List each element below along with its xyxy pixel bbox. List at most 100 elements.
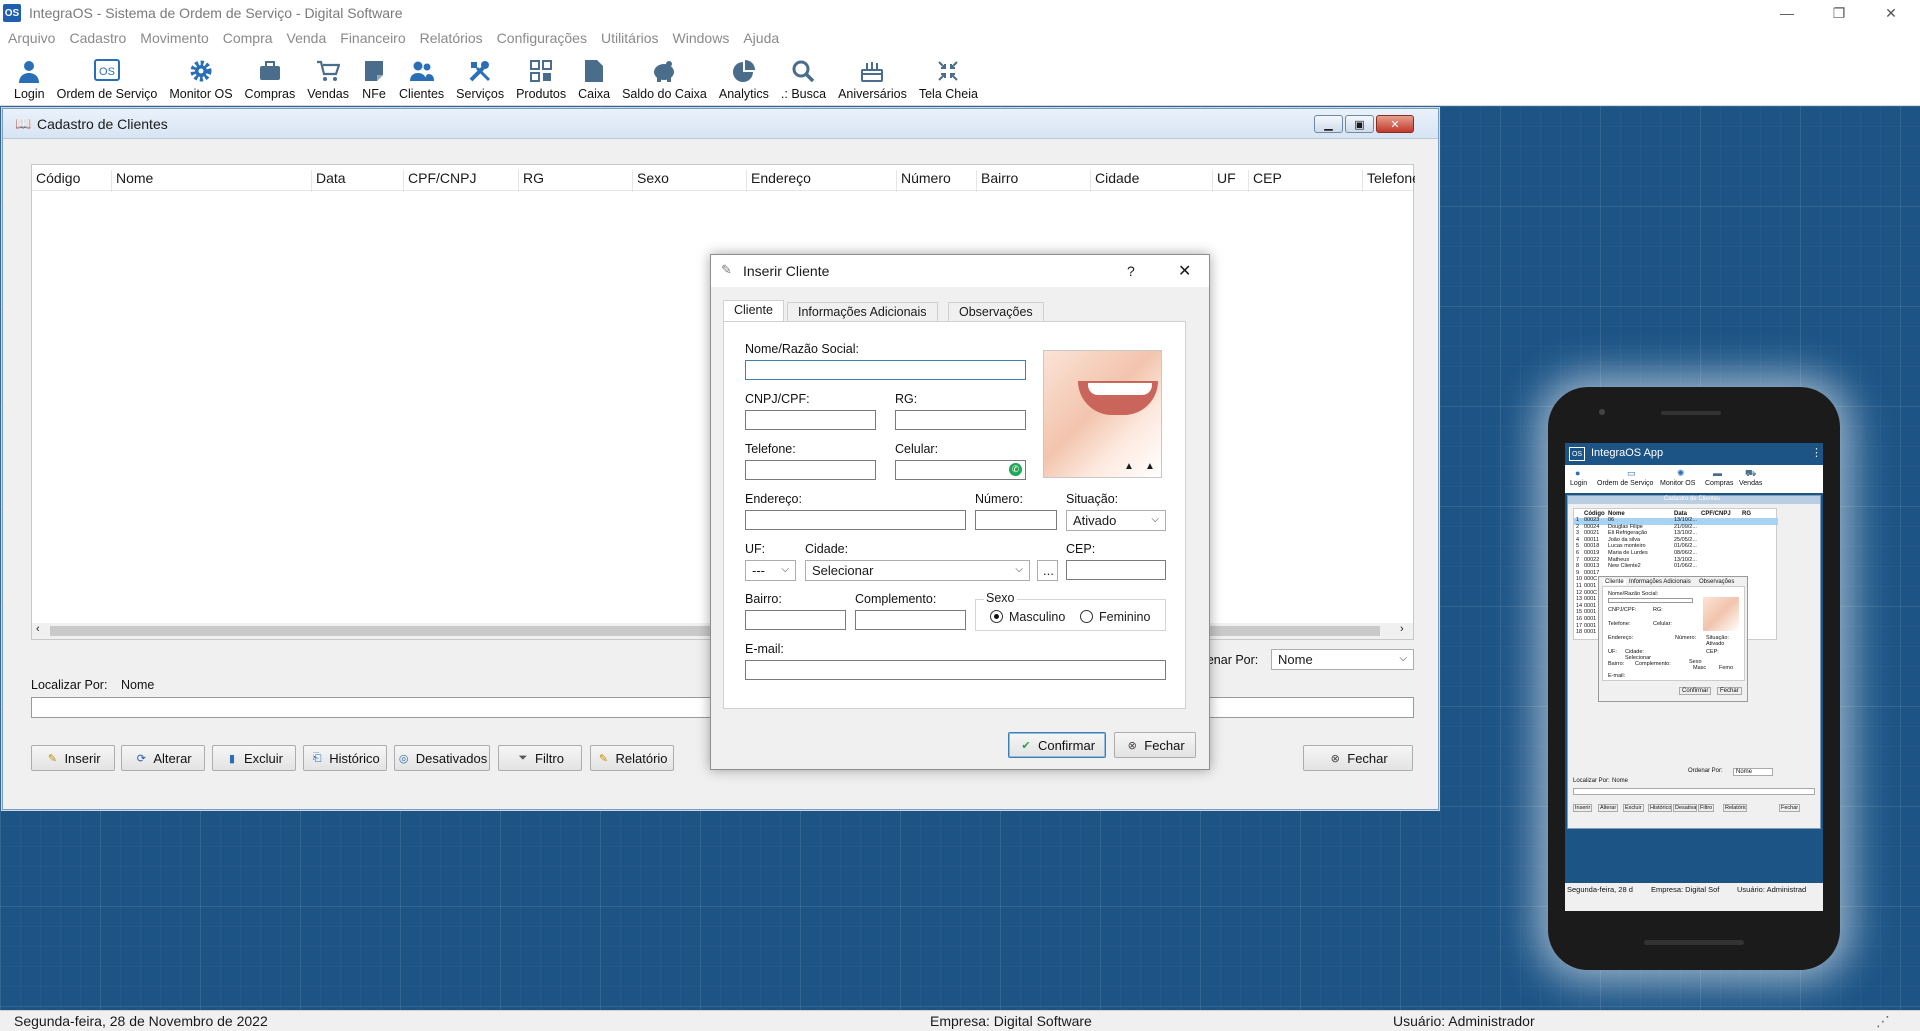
phone-toolbar-monitor[interactable]: Monitor OS bbox=[1660, 480, 1695, 487]
menu-movimento[interactable]: Movimento bbox=[140, 30, 208, 46]
phone-toolbar-login[interactable]: Login bbox=[1570, 480, 1587, 487]
toolbar-saldo-caixa-button[interactable]: Saldo do Caixa bbox=[616, 49, 713, 105]
masculino-label[interactable]: Masculino bbox=[1009, 610, 1065, 624]
tab-informacoes-adicionais[interactable]: Informações Adicionais bbox=[787, 302, 938, 322]
column-cpf-cnpj[interactable]: CPF/CNPJ bbox=[404, 170, 519, 192]
menu-windows[interactable]: Windows bbox=[673, 30, 730, 46]
phone-tab-cliente[interactable]: Cliente bbox=[1603, 579, 1626, 585]
menu-ajuda[interactable]: Ajuda bbox=[743, 30, 779, 46]
phone-action-button[interactable]: Excluir bbox=[1623, 804, 1644, 812]
phone-action-button[interactable]: Fechar bbox=[1779, 804, 1801, 812]
cidade-select[interactable]: Selecionar ⌵ bbox=[805, 560, 1030, 581]
feminino-label[interactable]: Feminino bbox=[1099, 610, 1150, 624]
column-sexo[interactable]: Sexo bbox=[633, 170, 747, 192]
toolbar-analytics-button[interactable]: Analytics bbox=[713, 49, 775, 105]
column-nome[interactable]: Nome bbox=[112, 170, 312, 192]
filtro-button[interactable]: ⏷ Filtro bbox=[498, 745, 582, 771]
help-button[interactable]: ? bbox=[1127, 263, 1135, 279]
phone-action-button[interactable]: Alterar bbox=[1598, 804, 1619, 812]
window-minimize-button[interactable]: ▁ bbox=[1314, 115, 1343, 133]
cidade-search-button[interactable]: ... bbox=[1037, 560, 1058, 581]
window-maximize-button[interactable]: ▣ bbox=[1345, 115, 1374, 133]
menu-relatorios[interactable]: Relatórios bbox=[420, 30, 483, 46]
menu-arquivo[interactable]: Arquivo bbox=[8, 30, 55, 46]
photo-up-icon[interactable]: ▲ bbox=[1124, 461, 1134, 472]
toolbar-monitor-os-button[interactable]: Monitor OS bbox=[163, 49, 238, 105]
cep-input[interactable] bbox=[1066, 560, 1166, 580]
phone-toolbar-vendas[interactable]: Vendas bbox=[1739, 480, 1762, 487]
toolbar-clientes-button[interactable]: Clientes bbox=[393, 49, 450, 105]
phone-confirmar-button[interactable]: Confirmar bbox=[1679, 687, 1712, 695]
toolbar-tela-cheia-button[interactable]: Tela Cheia bbox=[913, 49, 984, 105]
column-rg[interactable]: RG bbox=[519, 170, 633, 192]
tab-cliente[interactable]: Cliente bbox=[723, 300, 784, 322]
telefone-input[interactable] bbox=[745, 460, 876, 480]
situacao-select[interactable]: Ativado ⌵ bbox=[1066, 510, 1166, 531]
menu-cadastro[interactable]: Cadastro bbox=[69, 30, 126, 46]
column-endereco[interactable]: Endereço bbox=[747, 170, 897, 192]
email-input[interactable] bbox=[745, 660, 1166, 680]
menu-compra[interactable]: Compra bbox=[223, 30, 273, 46]
column-uf[interactable]: UF bbox=[1213, 170, 1249, 192]
phone-nome-input[interactable] bbox=[1608, 598, 1693, 603]
endereco-input[interactable] bbox=[745, 510, 966, 530]
confirmar-button[interactable]: ✔ Confirmar bbox=[1008, 732, 1106, 758]
phone-toolbar-os[interactable]: Ordem de Serviço bbox=[1597, 480, 1653, 487]
phone-action-button[interactable]: Relatório bbox=[1723, 804, 1747, 812]
ordenar-select[interactable]: Nome ⌵ bbox=[1271, 649, 1414, 670]
phone-action-button[interactable]: Histórico bbox=[1648, 804, 1672, 812]
feminino-radio[interactable] bbox=[1080, 610, 1093, 623]
excluir-button[interactable]: ▮ Excluir bbox=[212, 745, 296, 771]
restore-button[interactable]: ❐ bbox=[1816, 0, 1862, 26]
column-data[interactable]: Data bbox=[312, 170, 404, 192]
toolbar-servicos-button[interactable]: Serviços bbox=[450, 49, 510, 105]
complemento-input[interactable] bbox=[855, 610, 966, 630]
tab-observacoes[interactable]: Observações bbox=[948, 302, 1044, 322]
bairro-input[interactable] bbox=[745, 610, 846, 630]
relatorio-button[interactable]: ✎ Relatório bbox=[590, 745, 674, 771]
column-codigo[interactable]: Código bbox=[32, 170, 112, 192]
menu-utilitarios[interactable]: Utilitários bbox=[601, 30, 659, 46]
phone-tab-info[interactable]: Informações Adicionais bbox=[1629, 579, 1691, 585]
minimize-button[interactable]: — bbox=[1764, 0, 1810, 26]
scroll-right-icon[interactable]: › bbox=[1400, 623, 1404, 635]
toolbar-ordem-servico-button[interactable]: OS Ordem de Serviço bbox=[51, 49, 164, 105]
uf-select[interactable]: --- ⌵ bbox=[745, 560, 796, 581]
phone-table-row[interactable]: 8 00013 New Cliente2 01/06/2... bbox=[1574, 563, 1778, 571]
client-photo[interactable]: ▲ ▲ bbox=[1043, 350, 1162, 478]
alterar-button[interactable]: ⟳ Alterar bbox=[121, 745, 205, 771]
cnpj-input[interactable] bbox=[745, 410, 876, 430]
toolbar-busca-button[interactable]: .: Busca bbox=[775, 49, 832, 105]
fechar-window-button[interactable]: ⊗ Fechar bbox=[1303, 745, 1413, 771]
toolbar-vendas-button[interactable]: Vendas bbox=[301, 49, 355, 105]
photo-up-icon-2[interactable]: ▲ bbox=[1145, 461, 1155, 472]
historico-button[interactable]: ⎗ Histórico bbox=[303, 745, 387, 771]
column-cidade[interactable]: Cidade bbox=[1091, 170, 1213, 192]
toolbar-compras-button[interactable]: Compras bbox=[239, 49, 302, 105]
phone-toolbar-compras[interactable]: Compras bbox=[1705, 480, 1733, 487]
dialog-close-button[interactable]: ✕ bbox=[1178, 261, 1191, 281]
rg-input[interactable] bbox=[895, 410, 1026, 430]
close-button[interactable]: ✕ bbox=[1868, 0, 1914, 26]
column-cep[interactable]: CEP bbox=[1249, 170, 1363, 192]
phone-localizar-input[interactable] bbox=[1573, 788, 1815, 795]
masculino-radio[interactable] bbox=[990, 610, 1003, 623]
dialog-fechar-button[interactable]: ⊗ Fechar bbox=[1114, 732, 1196, 758]
toolbar-produtos-button[interactable]: Produtos bbox=[510, 49, 572, 105]
phone-ordenar-select[interactable]: Nome bbox=[1733, 768, 1774, 776]
toolbar-login-button[interactable]: Login bbox=[8, 49, 51, 105]
column-numero[interactable]: Número bbox=[897, 170, 977, 192]
toolbar-caixa-button[interactable]: Caixa bbox=[572, 49, 616, 105]
inserir-button[interactable]: ✎ Inserir bbox=[31, 745, 115, 771]
phone-fechar-button[interactable]: Fechar bbox=[1717, 687, 1742, 695]
menu-financeiro[interactable]: Financeiro bbox=[340, 30, 405, 46]
phone-action-button[interactable]: Filtro bbox=[1698, 804, 1715, 812]
numero-input[interactable] bbox=[975, 510, 1057, 530]
window-close-button[interactable]: ✕ bbox=[1376, 115, 1414, 133]
phone-action-button[interactable]: Inserir bbox=[1573, 804, 1593, 812]
whatsapp-icon[interactable]: ✆ bbox=[1009, 463, 1022, 476]
column-bairro[interactable]: Bairro bbox=[977, 170, 1091, 192]
scroll-left-icon[interactable]: ‹ bbox=[36, 623, 40, 635]
phone-kebab-icon[interactable]: ⋮ bbox=[1811, 446, 1822, 459]
menu-venda[interactable]: Venda bbox=[287, 30, 327, 46]
